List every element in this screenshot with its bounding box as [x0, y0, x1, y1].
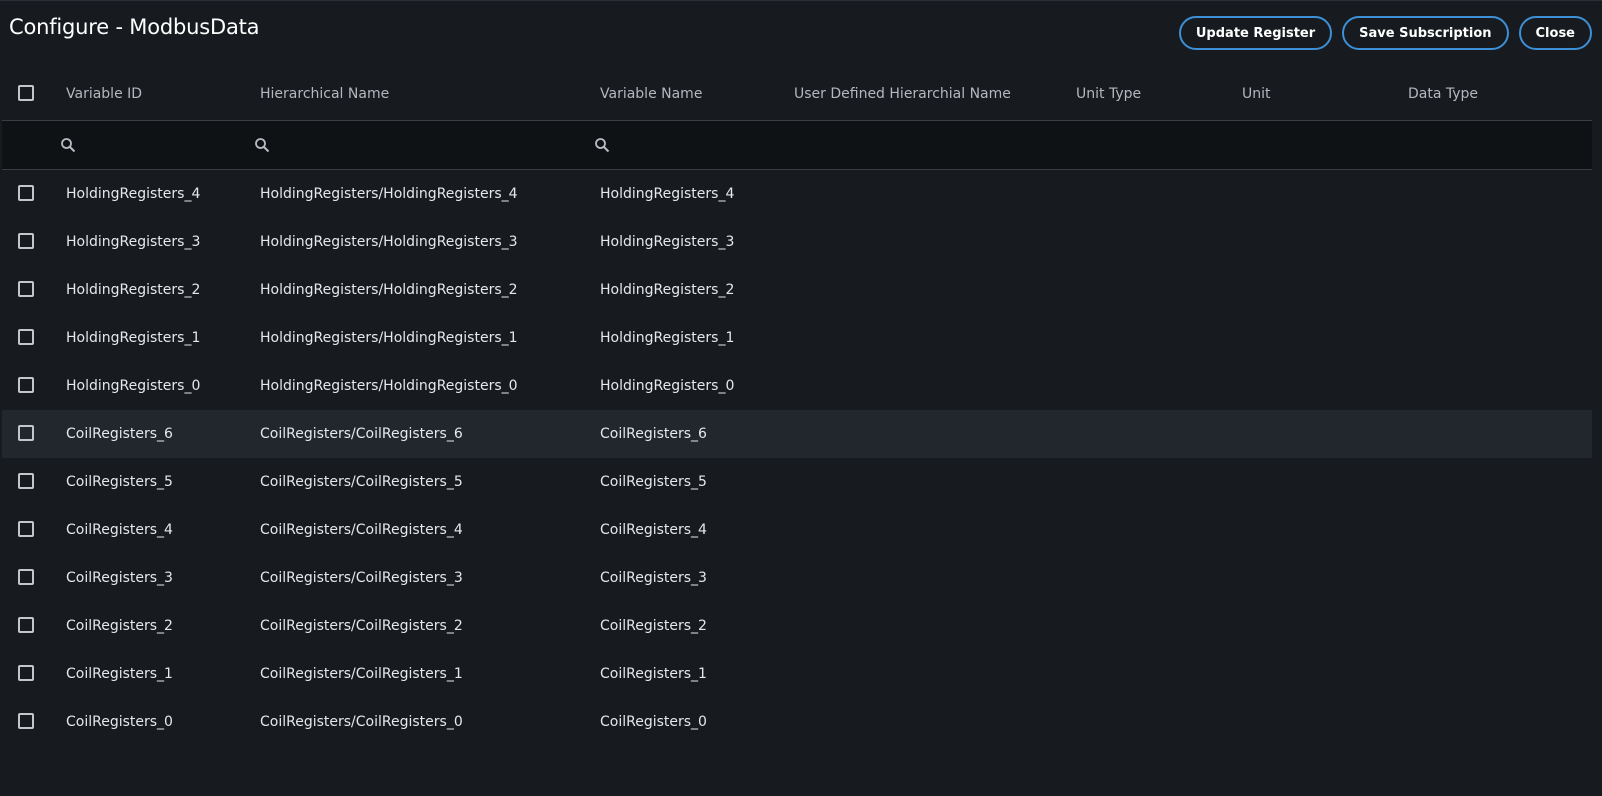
cell-hierarchical-name: CoilRegisters/CoilRegisters_5	[260, 474, 463, 490]
table-row[interactable]: CoilRegisters_4 CoilRegisters/CoilRegist…	[2, 506, 1592, 554]
cell-variable-name: CoilRegisters_2	[600, 618, 707, 634]
table-row[interactable]: CoilRegisters_5 CoilRegisters/CoilRegist…	[2, 458, 1592, 506]
dialog-title: Configure - ModbusData	[9, 15, 260, 39]
cell-variable-id: CoilRegisters_6	[66, 426, 173, 442]
search-icon[interactable]	[60, 137, 76, 153]
table-row[interactable]: HoldingRegisters_1 HoldingRegisters/Hold…	[2, 314, 1592, 362]
column-header-variable-id[interactable]: Variable ID	[66, 68, 142, 120]
cell-variable-name: HoldingRegisters_0	[600, 378, 735, 394]
cell-variable-id: CoilRegisters_0	[66, 714, 173, 730]
column-header-user-defined-name[interactable]: User Defined Hierarchial Name	[794, 68, 1011, 120]
cell-hierarchical-name: HoldingRegisters/HoldingRegisters_0	[260, 378, 518, 394]
cell-variable-name: CoilRegisters_3	[600, 570, 707, 586]
search-icon[interactable]	[254, 137, 270, 153]
cell-hierarchical-name: CoilRegisters/CoilRegisters_1	[260, 666, 463, 682]
table-row[interactable]: CoilRegisters_2 CoilRegisters/CoilRegist…	[2, 602, 1592, 650]
table-row[interactable]: HoldingRegisters_0 HoldingRegisters/Hold…	[2, 362, 1592, 410]
cell-variable-id: HoldingRegisters_3	[66, 234, 201, 250]
cell-variable-name: HoldingRegisters_2	[600, 282, 735, 298]
cell-variable-id: CoilRegisters_5	[66, 474, 173, 490]
cell-variable-name: CoilRegisters_6	[600, 426, 707, 442]
row-checkbox[interactable]	[18, 713, 34, 729]
table-row[interactable]: CoilRegisters_0 CoilRegisters/CoilRegist…	[2, 698, 1592, 746]
cell-variable-id: CoilRegisters_4	[66, 522, 173, 538]
cell-hierarchical-name: CoilRegisters/CoilRegisters_4	[260, 522, 463, 538]
save-subscription-button[interactable]: Save Subscription	[1342, 16, 1509, 50]
cell-hierarchical-name: HoldingRegisters/HoldingRegisters_4	[260, 186, 518, 202]
dialog-actions: Update Register Save Subscription Close	[1178, 16, 1592, 50]
cell-variable-id: CoilRegisters_2	[66, 618, 173, 634]
cell-hierarchical-name: CoilRegisters/CoilRegisters_0	[260, 714, 463, 730]
configure-dialog: Configure - ModbusData Update Register S…	[0, 0, 1602, 796]
row-checkbox[interactable]	[18, 185, 34, 201]
cell-variable-id: HoldingRegisters_4	[66, 186, 201, 202]
row-checkbox[interactable]	[18, 569, 34, 585]
cell-hierarchical-name: CoilRegisters/CoilRegisters_3	[260, 570, 463, 586]
row-checkbox[interactable]	[18, 473, 34, 489]
cell-hierarchical-name: HoldingRegisters/HoldingRegisters_2	[260, 282, 518, 298]
row-checkbox[interactable]	[18, 617, 34, 633]
row-checkbox[interactable]	[18, 377, 34, 393]
table-row[interactable]: HoldingRegisters_2 HoldingRegisters/Hold…	[2, 266, 1592, 314]
cell-hierarchical-name: CoilRegisters/CoilRegisters_6	[260, 426, 463, 442]
column-header-hierarchical-name[interactable]: Hierarchical Name	[260, 68, 389, 120]
filter-row	[2, 121, 1592, 170]
row-checkbox[interactable]	[18, 281, 34, 297]
row-checkbox[interactable]	[18, 233, 34, 249]
table-row[interactable]: HoldingRegisters_3 HoldingRegisters/Hold…	[2, 218, 1592, 266]
row-checkbox[interactable]	[18, 329, 34, 345]
column-header-variable-name[interactable]: Variable Name	[600, 68, 702, 120]
cell-variable-name: HoldingRegisters_3	[600, 234, 735, 250]
update-register-button[interactable]: Update Register	[1178, 16, 1333, 50]
cell-variable-name: CoilRegisters_0	[600, 714, 707, 730]
cell-variable-id: HoldingRegisters_2	[66, 282, 201, 298]
cell-hierarchical-name: HoldingRegisters/HoldingRegisters_1	[260, 330, 518, 346]
cell-variable-id: HoldingRegisters_1	[66, 330, 201, 346]
cell-variable-name: HoldingRegisters_1	[600, 330, 735, 346]
row-checkbox[interactable]	[18, 521, 34, 537]
cell-variable-id: HoldingRegisters_0	[66, 378, 201, 394]
cell-variable-id: CoilRegisters_3	[66, 570, 173, 586]
row-checkbox[interactable]	[18, 665, 34, 681]
cell-variable-name: CoilRegisters_4	[600, 522, 707, 538]
row-checkbox[interactable]	[18, 425, 34, 441]
column-header-data-type[interactable]: Data Type	[1408, 68, 1478, 120]
column-header-unit-type[interactable]: Unit Type	[1076, 68, 1141, 120]
cell-hierarchical-name: HoldingRegisters/HoldingRegisters_3	[260, 234, 518, 250]
cell-hierarchical-name: CoilRegisters/CoilRegisters_2	[260, 618, 463, 634]
search-icon[interactable]	[594, 137, 610, 153]
cell-variable-id: CoilRegisters_1	[66, 666, 173, 682]
table-row[interactable]: CoilRegisters_1 CoilRegisters/CoilRegist…	[2, 650, 1592, 698]
table-row[interactable]: HoldingRegisters_4 HoldingRegisters/Hold…	[2, 170, 1592, 218]
table-row[interactable]: CoilRegisters_6 CoilRegisters/CoilRegist…	[2, 410, 1592, 458]
variables-table: Variable ID Hierarchical Name Variable N…	[2, 68, 1592, 746]
table-header: Variable ID Hierarchical Name Variable N…	[2, 68, 1592, 121]
column-header-unit[interactable]: Unit	[1242, 68, 1271, 120]
cell-variable-name: HoldingRegisters_4	[600, 186, 735, 202]
cell-variable-name: CoilRegisters_5	[600, 474, 707, 490]
select-all-checkbox[interactable]	[18, 85, 34, 101]
close-button[interactable]: Close	[1518, 16, 1592, 50]
table-row[interactable]: CoilRegisters_3 CoilRegisters/CoilRegist…	[2, 554, 1592, 602]
cell-variable-name: CoilRegisters_1	[600, 666, 707, 682]
